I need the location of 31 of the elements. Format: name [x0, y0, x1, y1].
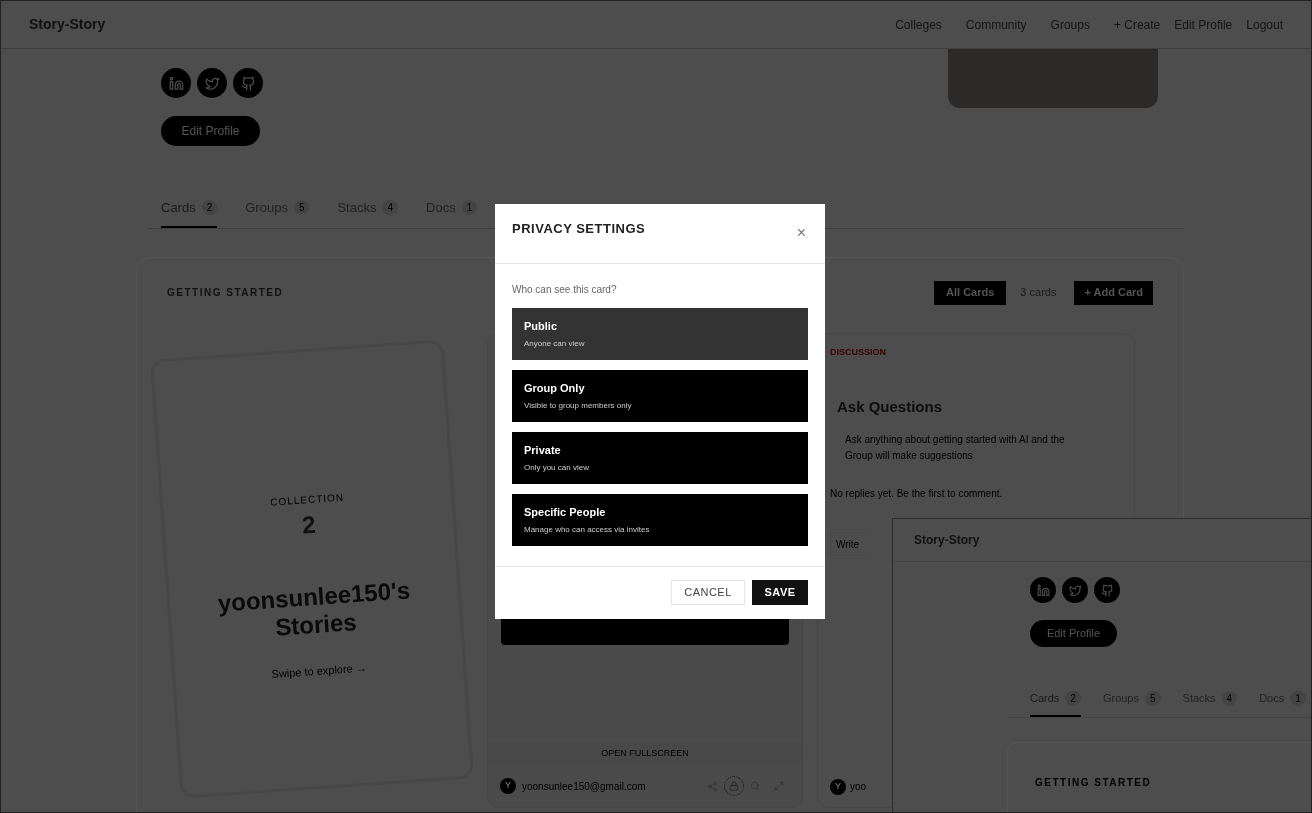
collection-number: 2 [301, 509, 317, 541]
option-description: Visible to group members only [524, 400, 633, 413]
tab-count: 5 [1145, 690, 1161, 706]
option-label: Public [524, 318, 558, 334]
discussion-body: Ask anything about getting started with AI and the Group will make suggestions [845, 432, 1066, 463]
tab-count: 2 [1065, 690, 1081, 706]
option-description: Manage who can access via invites [524, 524, 651, 537]
panel-title: GETTING STARTED [1035, 776, 1152, 788]
discussion-tag: DISCUSSION [830, 345, 1122, 359]
collection-title: yoonsunlee150's Stories [216, 574, 412, 643]
user-avatar: Y [500, 778, 516, 794]
tab-count: 4 [1221, 690, 1238, 706]
tab-count: 5 [293, 200, 310, 216]
privacy-question: Who can see this card? [512, 283, 618, 297]
user-email: yoonsunlee150@gmail.com [522, 779, 647, 794]
discussion-title: Ask Questions [837, 397, 944, 417]
tab-count: 1 [461, 200, 478, 216]
option-label: Private [524, 442, 562, 458]
panel-title: GETTING STARTED [167, 286, 284, 300]
option-label: Group Only [524, 380, 586, 396]
collection-eyebrow: COLLECTION [269, 490, 345, 510]
option-description: Anyone can view [524, 338, 586, 351]
swipe-hint: Swipe to explore → [270, 659, 368, 682]
tab-count: 4 [382, 200, 399, 216]
option-description: Only you can view [524, 462, 590, 475]
user-avatar: Y [830, 778, 846, 795]
dialog-title: PRIVACY SETTINGS [512, 220, 646, 238]
option-label: Specific People [524, 504, 607, 520]
user-email: yoo [850, 780, 867, 794]
tab-count: 1 [1290, 690, 1306, 706]
empty-note: No replies yet. Be the first to comment. [830, 486, 1004, 501]
